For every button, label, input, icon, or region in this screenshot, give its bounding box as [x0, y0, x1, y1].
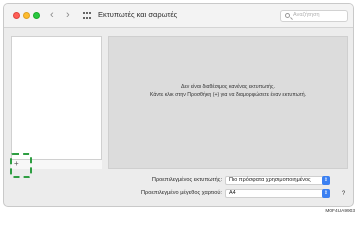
figure-caption: M0F4UA9903 — [325, 209, 355, 214]
forward-button[interactable]: › — [66, 9, 70, 22]
zoom-window-button[interactable] — [33, 12, 40, 19]
printer-list[interactable] — [11, 36, 102, 167]
back-button[interactable]: ‹ — [50, 9, 54, 22]
paper-size-value: A4 — [229, 190, 236, 196]
search-placeholder: Αναζήτηση — [293, 12, 320, 18]
search-field[interactable]: Αναζήτηση — [280, 10, 348, 22]
default-printer-select[interactable]: Πιο πρόσφατα χρησιμοποιημένος ⇕ — [225, 176, 330, 185]
chevron-updown-icon: ⇕ — [322, 189, 330, 198]
close-window-button[interactable] — [13, 12, 20, 19]
no-printer-message: Δεν είναι διαθέσιμος κανένας εκτυπωτής. — [181, 84, 275, 90]
default-printer-value: Πιο πρόσφατα χρησιμοποιημένος — [229, 177, 311, 183]
chevron-updown-icon: ⇕ — [322, 176, 330, 185]
show-all-grid-icon[interactable] — [83, 12, 92, 20]
printer-detail-panel: Δεν είναι διαθέσιμος κανένας εκτυπωτής. … — [108, 36, 348, 169]
add-printer-hint: Κάντε κλικ στην Προσθήκη (+) για να διαμ… — [149, 92, 307, 98]
help-button[interactable]: ? — [339, 190, 348, 199]
paper-size-label: Προεπιλεγμένο μέγεθος χαρτιού: — [141, 190, 222, 196]
search-icon — [285, 13, 290, 18]
add-button-highlight — [10, 153, 32, 178]
paper-size-select[interactable]: A4 ⇕ — [225, 189, 330, 198]
default-printer-label: Προεπιλεγμένος εκτυπωτής: — [151, 177, 222, 183]
title-bar: ‹ › Εκτυπωτές και σαρωτές Αναζήτηση — [4, 4, 353, 28]
minimize-window-button[interactable] — [23, 12, 30, 19]
window-title: Εκτυπωτές και σαρωτές — [98, 10, 178, 19]
printers-scanners-window: ‹ › Εκτυπωτές και σαρωτές Αναζήτηση + Δε… — [3, 3, 354, 207]
